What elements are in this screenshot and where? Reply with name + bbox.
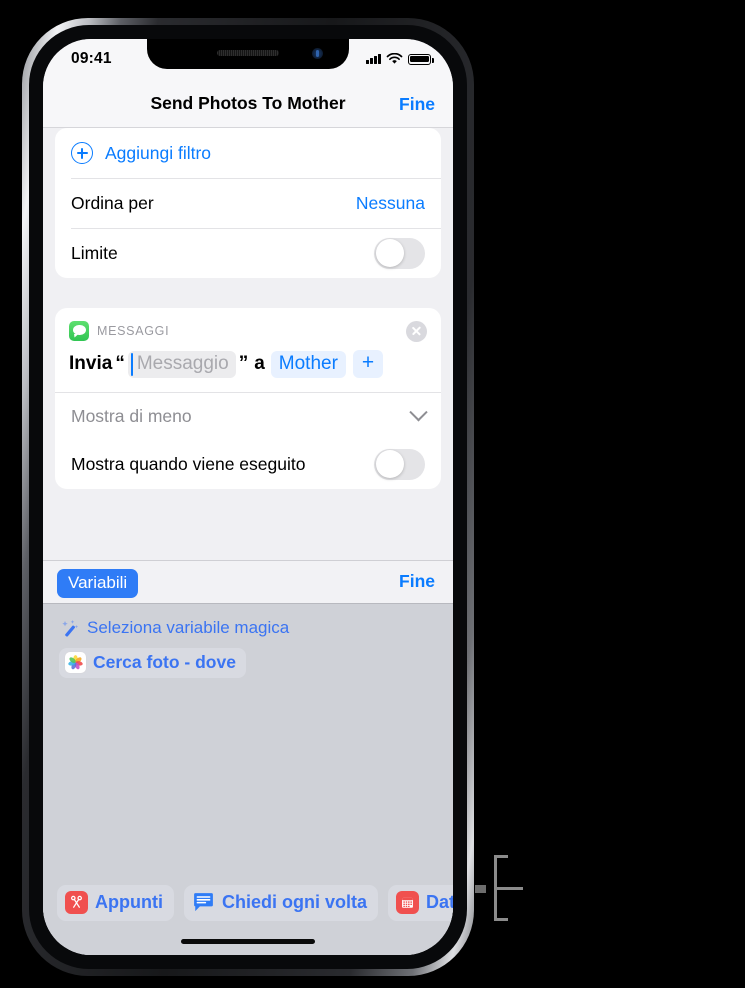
variables-button[interactable]: Variabili [57,569,139,598]
home-indicator[interactable] [181,939,315,944]
add-recipient-button[interactable]: + [352,350,384,378]
show-when-run-toggle[interactable] [374,448,425,480]
suggestion-label: Data a [426,892,453,912]
status-indicators [366,53,434,65]
select-magic-variable-row[interactable]: Seleziona variabile magica [43,604,453,638]
close-quote: ” [238,353,249,374]
callout-anchor-dot [475,885,486,893]
suggestions-row: Appunti Chiedi ogni volta Dat [43,879,453,921]
plus-circle-icon [71,142,93,164]
message-card-header: MESSAGGI [55,308,441,348]
front-camera-icon [312,48,323,59]
limit-toggle[interactable] [374,237,425,269]
show-less-row[interactable]: Mostra di meno [55,392,441,439]
app-name-label: MESSAGGI [97,324,170,338]
limit-label: Limite [71,242,118,263]
to-word: a [254,353,265,374]
iphone-device-frame: 09:41 Send Photos To Mother Fine Aggiung… [22,18,474,976]
messages-app-icon [69,321,89,341]
clipboard-scissors-icon [65,891,88,914]
nav-done-button[interactable]: Fine [399,94,435,115]
screenshot-stage: 09:41 Send Photos To Mother Fine Aggiung… [0,0,745,988]
wifi-icon [386,53,403,64]
device-screen: 09:41 Send Photos To Mother Fine Aggiung… [43,39,453,955]
shortcut-actions-list[interactable]: Aggiungi filtro Ordina per Nessuna Limit… [43,128,453,560]
recipient-token[interactable]: Mother [270,350,346,378]
speech-bubble-icon [192,891,215,914]
suggestion-label: Appunti [95,892,163,912]
earpiece-speaker-icon [217,50,279,56]
notch [147,39,349,69]
find-photos-action-card: Aggiungi filtro Ordina per Nessuna Limit… [55,128,441,278]
suggestion-current-date[interactable]: Data a [388,885,453,921]
cellular-bars-icon [366,54,381,64]
variable-chip[interactable]: Cerca foto - dove [59,648,246,678]
magic-wand-icon [62,619,79,637]
show-less-label: Mostra di meno [71,405,192,426]
sort-by-row[interactable]: Ordina per Nessuna [55,178,441,228]
sort-by-value[interactable]: Nessuna [356,193,425,214]
sort-by-label: Ordina per [71,192,154,213]
close-circle-icon[interactable] [406,320,427,342]
battery-full-icon [408,53,434,65]
keyboard-accessory-bar: Variabili Fine [43,560,453,604]
text-caret [130,352,133,376]
suggestion-clipboard[interactable]: Appunti [57,885,174,921]
variable-suggestions-bar: Appunti Chiedi ogni volta Dat [43,879,453,955]
select-magic-variable-label: Seleziona variabile magica [87,618,290,637]
show-when-run-label: Mostra quando viene eseguito [71,453,306,474]
suggestion-label: Chiedi ogni volta [221,892,367,912]
suggestion-ask-each-time[interactable]: Chiedi ogni volta [183,885,378,921]
message-action-line: Invia “ Messaggio ” a Mother + [55,348,441,392]
variable-chip-label: Cerca foto - dove [93,652,236,672]
send-message-action-card: MESSAGGI Invia “ Messaggio ” a Mother + … [55,308,441,489]
show-when-run-row[interactable]: Mostra quando viene eseguito [55,439,441,489]
status-time: 09:41 [71,50,112,67]
page-title: Send Photos To Mother [150,93,346,113]
calendar-icon [396,891,419,914]
add-filter-row[interactable]: Aggiungi filtro [55,128,441,178]
chevron-down-icon [409,402,428,421]
accessory-done-button[interactable]: Fine [399,571,435,592]
limit-row[interactable]: Limite [55,228,441,278]
photos-app-icon [65,652,86,673]
message-placeholder: Messaggio [136,352,229,374]
navigation-bar: Send Photos To Mother Fine [43,83,453,128]
open-quote: “ [115,353,125,374]
message-text-input[interactable]: Messaggio [127,350,236,378]
send-word: Invia [69,353,113,374]
callout-bracket-icon [494,855,540,921]
device-bezel: 09:41 Send Photos To Mother Fine Aggiung… [29,25,467,969]
add-filter-label: Aggiungi filtro [105,142,212,163]
